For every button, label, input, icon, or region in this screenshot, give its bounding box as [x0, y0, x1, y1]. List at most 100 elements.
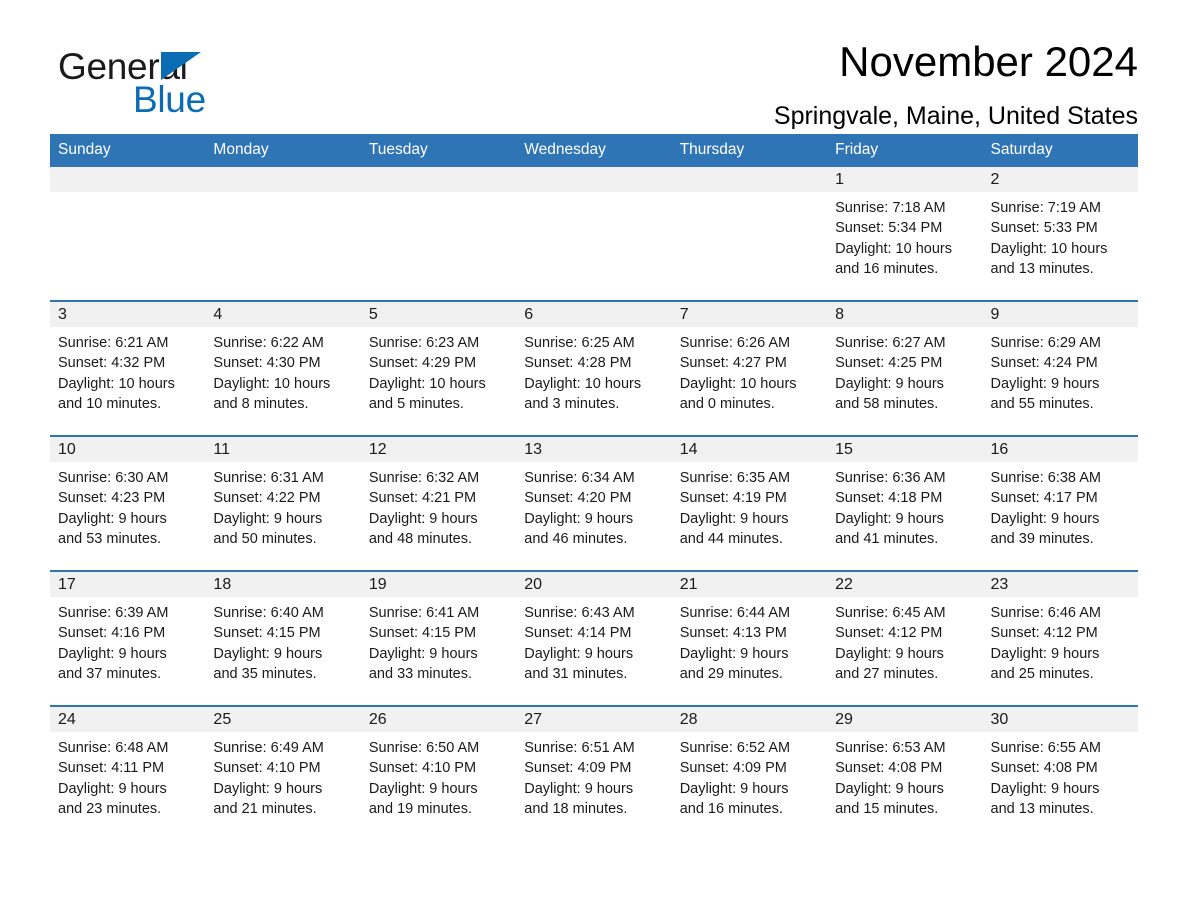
calendar-day[interactable]: 25 Sunrise: 6:49 AM Sunset: 4:10 PM Dayligh…: [205, 707, 361, 840]
calendar-day[interactable]: 7 Sunrise: 6:26 AM Sunset: 4:27 PM Daylight…: [671, 302, 828, 435]
calendar-day-cell[interactable]: 24 Sunrise: 6:48 AM Sunset: 4:11 PM Dayligh…: [50, 705, 206, 840]
calendar-day-cell[interactable]: 9 Sunrise: 6:29 AM Sunset: 4:24 PM Daylight…: [982, 300, 1138, 436]
sunset-text: Sunset: 4:19 PM: [679, 490, 787, 507]
sunrise-text: Sunrise: 6:41 AM: [368, 605, 480, 621]
calendar-day-cell[interactable]: 8 Sunrise: 6:27 AM Sunset: 4:25 PM Daylight…: [827, 300, 983, 436]
calendar-day[interactable]: 27 Sunrise: 6:51 AM Sunset: 4:09 PM Dayligh…: [516, 707, 672, 840]
calendar-day[interactable]: 21 Sunrise: 6:44 AM Sunset: 4:13 PM Dayligh…: [671, 572, 828, 705]
calendar-day-cell[interactable]: 28 Sunrise: 6:52 AM Sunset: 4:09 PM Dayligh…: [671, 705, 828, 840]
calendar-day-cell[interactable]: 26 Sunrise: 6:50 AM Sunset: 4:10 PM Dayligh…: [360, 705, 517, 840]
calendar-day[interactable]: 13 Sunrise: 6:34 AM Sunset: 4:20 PM Dayligh…: [516, 437, 672, 570]
day-details: Sunrise: 7:19 AM Sunset: 5:33 PM Daylight:…: [983, 192, 1138, 279]
daylight-text-line2: and 3 minutes.: [524, 395, 620, 412]
calendar-day-cell[interactable]: 18 Sunrise: 6:40 AM Sunset: 4:15 PM Dayligh…: [205, 570, 361, 706]
calendar-day[interactable]: 29 Sunrise: 6:53 AM Sunset: 4:08 PM Dayligh…: [827, 707, 983, 840]
calendar-day[interactable]: 18 Sunrise: 6:40 AM Sunset: 4:15 PM Dayligh…: [205, 572, 361, 705]
calendar-day-cell[interactable]: 30 Sunrise: 6:55 AM Sunset: 4:08 PM Dayligh…: [982, 705, 1138, 840]
calendar-day[interactable]: 22 Sunrise: 6:45 AM Sunset: 4:12 PM Dayligh…: [827, 572, 983, 705]
calendar-day[interactable]: 12 Sunrise: 6:32 AM Sunset: 4:21 PM Dayligh…: [360, 437, 517, 570]
calendar-day-cell[interactable]: 7 Sunrise: 6:26 AM Sunset: 4:27 PM Daylight…: [671, 300, 828, 436]
calendar-day[interactable]: 30 Sunrise: 6:55 AM Sunset: 4:08 PM Dayligh…: [982, 707, 1138, 840]
sunrise-text: Sunrise: 6:53 AM: [835, 740, 946, 756]
day-number: 26: [360, 707, 517, 732]
daylight-text-line2: and 50 minutes.: [213, 530, 317, 547]
calendar-day-cell[interactable]: 10 Sunrise: 6:30 AM Sunset: 4:23 PM Dayligh…: [50, 435, 206, 571]
calendar-day-cell[interactable]: [360, 167, 517, 301]
calendar-day-cell[interactable]: 5 Sunrise: 6:23 AM Sunset: 4:29 PM Daylight…: [360, 300, 517, 436]
calendar-day[interactable]: 15 Sunrise: 6:36 AM Sunset: 4:18 PM Dayligh…: [827, 437, 983, 570]
sunrise-text: Sunrise: 6:22 AM: [213, 335, 324, 351]
calendar-day-cell[interactable]: 16 Sunrise: 6:38 AM Sunset: 4:17 PM Dayligh…: [982, 435, 1138, 571]
calendar-day[interactable]: 4 Sunrise: 6:22 AM Sunset: 4:30 PM Daylight…: [205, 302, 361, 435]
calendar-day[interactable]: 28 Sunrise: 6:52 AM Sunset: 4:09 PM Dayligh…: [671, 707, 828, 840]
calendar-day[interactable]: 11 Sunrise: 6:31 AM Sunset: 4:22 PM Dayligh…: [205, 437, 361, 570]
calendar-day[interactable]: 17 Sunrise: 6:39 AM Sunset: 4:16 PM Dayligh…: [50, 572, 206, 705]
day-number: [360, 167, 517, 192]
calendar-day[interactable]: 3 Sunrise: 6:21 AM Sunset: 4:32 PM Daylight…: [50, 302, 206, 435]
day-details: Sunrise: 6:41 AM Sunset: 4:15 PM Daylight:…: [361, 597, 516, 684]
day-details: Sunrise: 6:32 AM Sunset: 4:21 PM Daylight:…: [361, 462, 516, 549]
calendar-day-cell[interactable]: 21 Sunrise: 6:44 AM Sunset: 4:13 PM Dayligh…: [671, 570, 828, 706]
calendar-day-cell[interactable]: 20 Sunrise: 6:43 AM Sunset: 4:14 PM Dayligh…: [516, 570, 672, 706]
calendar-day[interactable]: 5 Sunrise: 6:23 AM Sunset: 4:29 PM Daylight…: [360, 302, 517, 435]
sunset-text: Sunset: 4:17 PM: [990, 490, 1098, 507]
calendar-day[interactable]: 2 Sunrise: 7:19 AM Sunset: 5:33 PM Daylight…: [982, 167, 1138, 300]
weekday-header-sunday: Sunday: [50, 134, 206, 167]
calendar-day-cell[interactable]: 13 Sunrise: 6:34 AM Sunset: 4:20 PM Dayligh…: [516, 435, 672, 571]
calendar-day-cell[interactable]: [205, 167, 361, 301]
day-number: 15: [827, 437, 983, 462]
calendar-day[interactable]: 26 Sunrise: 6:50 AM Sunset: 4:10 PM Dayligh…: [360, 707, 517, 840]
calendar-day[interactable]: 8 Sunrise: 6:27 AM Sunset: 4:25 PM Daylight…: [827, 302, 983, 435]
daylight-text-line2: and 23 minutes.: [58, 800, 162, 817]
calendar-day-cell[interactable]: 2 Sunrise: 7:19 AM Sunset: 5:33 PM Daylight…: [982, 167, 1138, 301]
calendar-day[interactable]: 20 Sunrise: 6:43 AM Sunset: 4:14 PM Dayligh…: [516, 572, 672, 705]
calendar-day[interactable]: 9 Sunrise: 6:29 AM Sunset: 4:24 PM Daylight…: [982, 302, 1138, 435]
calendar-day-cell[interactable]: 19 Sunrise: 6:41 AM Sunset: 4:15 PM Dayligh…: [360, 570, 517, 706]
calendar-day-cell[interactable]: 14 Sunrise: 6:35 AM Sunset: 4:19 PM Dayligh…: [671, 435, 828, 571]
calendar-day[interactable]: 14 Sunrise: 6:35 AM Sunset: 4:19 PM Dayligh…: [671, 437, 828, 570]
calendar-day-cell[interactable]: 3 Sunrise: 6:21 AM Sunset: 4:32 PM Daylight…: [50, 300, 206, 436]
calendar-day[interactable]: 24 Sunrise: 6:48 AM Sunset: 4:11 PM Dayligh…: [50, 707, 206, 840]
day-number: 25: [205, 707, 361, 732]
calendar-day-cell[interactable]: 4 Sunrise: 6:22 AM Sunset: 4:30 PM Daylight…: [205, 300, 361, 436]
sunset-text: Sunset: 4:09 PM: [679, 760, 787, 777]
day-details: Sunrise: 6:51 AM Sunset: 4:09 PM Daylight:…: [516, 732, 671, 819]
calendar-day-cell[interactable]: 15 Sunrise: 6:36 AM Sunset: 4:18 PM Dayligh…: [827, 435, 983, 571]
calendar-day-cell[interactable]: [671, 167, 828, 301]
sunrise-text: Sunrise: 6:30 AM: [58, 470, 169, 486]
calendar-day-cell[interactable]: 17 Sunrise: 6:39 AM Sunset: 4:16 PM Dayligh…: [50, 570, 206, 706]
daylight-text-line1: Daylight: 9 hours: [213, 510, 323, 527]
general-blue-logo[interactable]: General Blue: [58, 48, 358, 128]
sunrise-text: Sunrise: 7:18 AM: [835, 200, 946, 216]
sunset-text: Sunset: 4:09 PM: [524, 760, 632, 777]
calendar-day[interactable]: 1 Sunrise: 7:18 AM Sunset: 5:34 PM Daylight…: [827, 167, 983, 300]
calendar-day-cell[interactable]: 25 Sunrise: 6:49 AM Sunset: 4:10 PM Dayligh…: [205, 705, 361, 840]
daylight-text-line2: and 21 minutes.: [213, 800, 317, 817]
calendar-day-cell[interactable]: 1 Sunrise: 7:18 AM Sunset: 5:34 PM Daylight…: [827, 167, 983, 301]
daylight-text-line1: Daylight: 9 hours: [368, 510, 478, 527]
calendar-day[interactable]: 6 Sunrise: 6:25 AM Sunset: 4:28 PM Daylight…: [516, 302, 672, 435]
calendar-day-cell[interactable]: 12 Sunrise: 6:32 AM Sunset: 4:21 PM Dayligh…: [360, 435, 517, 571]
sunrise-text: Sunrise: 6:39 AM: [58, 605, 169, 621]
calendar-day-cell[interactable]: 6 Sunrise: 6:25 AM Sunset: 4:28 PM Daylight…: [516, 300, 672, 436]
sunset-text: Sunset: 4:15 PM: [368, 625, 477, 642]
day-details: Sunrise: 6:49 AM Sunset: 4:10 PM Daylight:…: [205, 732, 360, 819]
daylight-text-line2: and 58 minutes.: [835, 395, 939, 412]
day-number: 8: [827, 302, 983, 327]
calendar-day-cell[interactable]: 23 Sunrise: 6:46 AM Sunset: 4:12 PM Dayligh…: [982, 570, 1138, 706]
calendar-day[interactable]: 19 Sunrise: 6:41 AM Sunset: 4:15 PM Dayligh…: [360, 572, 517, 705]
calendar-day-cell[interactable]: [516, 167, 672, 301]
day-details: Sunrise: 6:40 AM Sunset: 4:15 PM Daylight:…: [205, 597, 360, 684]
calendar-day-cell[interactable]: [50, 167, 206, 301]
calendar-day-cell[interactable]: 11 Sunrise: 6:31 AM Sunset: 4:22 PM Dayligh…: [205, 435, 361, 571]
day-details: Sunrise: 6:52 AM Sunset: 4:09 PM Daylight:…: [672, 732, 827, 819]
calendar-day-cell[interactable]: 29 Sunrise: 6:53 AM Sunset: 4:08 PM Dayligh…: [827, 705, 983, 840]
day-details: Sunrise: 6:23 AM Sunset: 4:29 PM Daylight:…: [361, 327, 516, 414]
day-details: Sunrise: 6:34 AM Sunset: 4:20 PM Daylight:…: [516, 462, 671, 549]
calendar-day-cell[interactable]: 27 Sunrise: 6:51 AM Sunset: 4:09 PM Dayligh…: [516, 705, 672, 840]
calendar-day[interactable]: 23 Sunrise: 6:46 AM Sunset: 4:12 PM Dayligh…: [982, 572, 1138, 705]
sunset-text: Sunset: 4:29 PM: [368, 355, 477, 372]
calendar-day[interactable]: 10 Sunrise: 6:30 AM Sunset: 4:23 PM Dayligh…: [50, 437, 206, 570]
calendar-day[interactable]: 16 Sunrise: 6:38 AM Sunset: 4:17 PM Dayligh…: [982, 437, 1138, 570]
calendar-day-cell[interactable]: 22 Sunrise: 6:45 AM Sunset: 4:12 PM Dayligh…: [827, 570, 983, 706]
